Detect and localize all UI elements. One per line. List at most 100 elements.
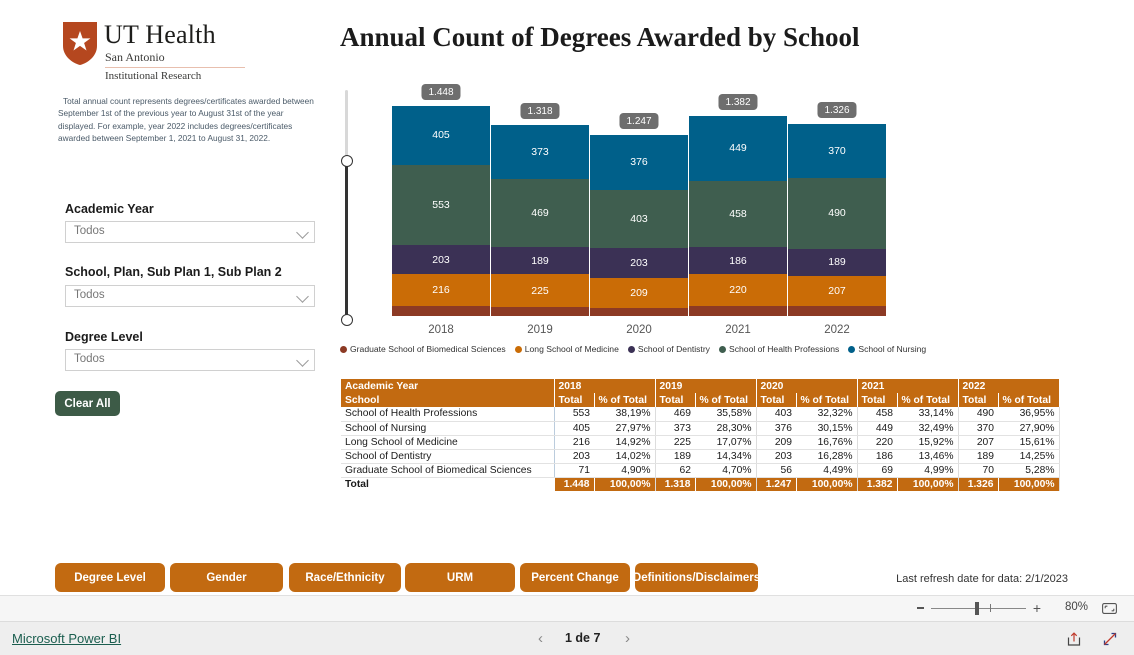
nav-button-percent-change[interactable]: Percent Change (520, 563, 630, 592)
nav-button-degree-level[interactable]: Degree Level (55, 563, 165, 592)
legend-item[interactable]: School of Health Professions (718, 344, 839, 354)
filter-label-degree-level: Degree Level (65, 330, 143, 344)
table-cell-total: 69 (857, 463, 897, 478)
table-cell-percent: 17,07% (695, 435, 757, 450)
table-cell-percent: 16,76% (796, 435, 858, 450)
bar-segment[interactable]: 189 (788, 248, 886, 276)
stacked-bar[interactable]: 370 490 189 207 (788, 124, 886, 316)
filter-dropdown-academic-year[interactable]: Todos (65, 221, 315, 243)
legend-item[interactable]: School of Dentistry (627, 344, 710, 354)
slider-handle-top[interactable] (340, 155, 353, 167)
table-cell-percent: 4,49% (796, 463, 858, 478)
bar-segment[interactable]: 186 (689, 247, 787, 275)
microsoft-power-bi-link[interactable]: Microsoft Power BI (12, 631, 121, 646)
bar-segment[interactable]: 458 (689, 180, 787, 248)
bar-segment[interactable]: 469 (491, 179, 589, 247)
bar-segment[interactable] (491, 306, 589, 316)
bar-segment[interactable]: 189 (491, 247, 589, 275)
slider-track-unselected (345, 90, 348, 162)
table-cell-school: School of Dentistry (341, 449, 555, 464)
nav-button-gender[interactable]: Gender (170, 563, 283, 592)
nav-button-definitions-disclaimers[interactable]: Definitions/Disclaimers (633, 563, 760, 592)
bar-segment[interactable]: 373 (491, 125, 589, 180)
bar-segment[interactable]: 216 (392, 274, 490, 306)
zoom-slider-thumb[interactable] (975, 602, 979, 615)
table-cell-percent: 15,92% (897, 435, 959, 450)
table-cell-total: 553 (554, 407, 594, 422)
zoom-out-icon[interactable] (917, 607, 924, 609)
previous-page-button[interactable]: ‹ (538, 630, 543, 647)
chevron-down-icon (296, 290, 309, 303)
ut-health-logo: UT Health San Antonio Institutional Rese… (62, 20, 262, 88)
zoom-in-icon[interactable]: + (1033, 601, 1041, 615)
table-subheader: Total (755, 393, 796, 407)
table-cell-percent: 4,90% (594, 463, 656, 478)
table-cell-percent: 36,95% (998, 407, 1060, 422)
bar-segment[interactable]: 449 (689, 116, 787, 181)
table-subheader: Total (553, 393, 594, 407)
nav-button-race-ethnicity[interactable]: Race/Ethnicity (289, 563, 401, 592)
table-cell-grand-percent: 100,00% (694, 477, 757, 491)
chevron-down-icon (296, 354, 309, 367)
bar-segment[interactable] (392, 305, 490, 316)
legend-item[interactable]: Long School of Medicine (514, 344, 619, 354)
bar-segment[interactable]: 203 (590, 248, 688, 278)
legend-item[interactable]: Graduate School of Biomedical Sciences (340, 344, 506, 354)
bar-segment[interactable]: 209 (590, 277, 688, 308)
bar-segment[interactable] (689, 305, 787, 316)
bar-segment[interactable]: 405 (392, 106, 490, 165)
table-row[interactable]: Graduate School of Biomedical Sciences 71… (341, 463, 1060, 478)
stacked-bar[interactable]: 373 469 189 225 (491, 125, 589, 316)
table-row[interactable]: School of Nursing 405 27,97% 373 28,30% 376 30… (341, 421, 1060, 436)
clear-all-button[interactable]: Clear All (55, 391, 120, 416)
next-page-button[interactable]: › (625, 630, 630, 647)
stacked-bar[interactable]: 376 403 203 209 (590, 135, 688, 316)
stacked-bar[interactable]: 405 553 203 216 (392, 106, 490, 316)
table-cell-total: 458 (857, 407, 897, 422)
bar-segment[interactable]: 403 (590, 189, 688, 249)
x-axis-label: 2018 (428, 324, 454, 336)
bar-segment[interactable]: 376 (590, 135, 688, 190)
table-cell-total: 403 (756, 407, 796, 422)
bar-segment[interactable]: 553 (392, 164, 490, 245)
legend-label: School of Nursing (858, 344, 927, 354)
bar-segment[interactable]: 220 (689, 274, 787, 306)
table-cell-percent: 14,25% (998, 449, 1060, 464)
slider-track-selected (345, 161, 348, 321)
table-corner-school: School (341, 393, 554, 407)
legend-color-dot (340, 345, 347, 353)
table-row[interactable]: School of Health Professions 553 38,19% 469… (341, 407, 1060, 422)
table-year-header: 2018 (553, 379, 655, 393)
bar-segment[interactable]: 490 (788, 177, 886, 249)
legend-label: Long School of Medicine (524, 344, 619, 354)
bar-segment[interactable] (590, 307, 688, 316)
vertical-range-slider[interactable] (339, 90, 353, 330)
table-cell-total: 469 (655, 407, 695, 422)
bar-segment[interactable]: 207 (788, 275, 886, 306)
filter-label-school-plan: School, Plan, Sub Plan 1, Sub Plan 2 (65, 265, 282, 279)
fit-to-page-icon[interactable] (1102, 603, 1117, 614)
table-cell-total: 62 (655, 463, 695, 478)
bar-segment[interactable]: 203 (392, 244, 490, 275)
table-row[interactable]: Long School of Medicine 216 14,92% 225 17,07… (341, 435, 1060, 450)
share-icon[interactable] (1066, 631, 1082, 647)
table-subheader: % of Total (694, 393, 756, 407)
filter-dropdown-degree-level[interactable]: Todos (65, 349, 315, 371)
bar-segment[interactable] (788, 305, 886, 316)
fullscreen-icon[interactable] (1102, 631, 1118, 647)
table-cell-total: 490 (958, 407, 998, 422)
filter-dropdown-school-plan[interactable]: Todos (65, 285, 315, 307)
legend-item[interactable]: School of Nursing (848, 344, 926, 354)
table-cell-grand-percent: 100,00% (997, 477, 1060, 491)
table-row[interactable]: School of Dentistry 203 14,02% 189 14,34% 203… (341, 449, 1060, 464)
table-cell-percent: 15,61% (998, 435, 1060, 450)
slider-handle-bottom[interactable] (340, 314, 353, 326)
table-cell-percent: 16,28% (796, 449, 858, 464)
bar-segment[interactable]: 370 (788, 124, 886, 178)
bar-total-label: 1.448 (421, 84, 461, 100)
nav-button-urm[interactable]: URM (405, 563, 515, 592)
logo-sub-text: San Antonio (105, 50, 165, 64)
page-indicator: 1 de 7 (565, 631, 601, 645)
bar-segment[interactable]: 225 (491, 274, 589, 307)
stacked-bar[interactable]: 449 458 186 220 (689, 116, 787, 316)
